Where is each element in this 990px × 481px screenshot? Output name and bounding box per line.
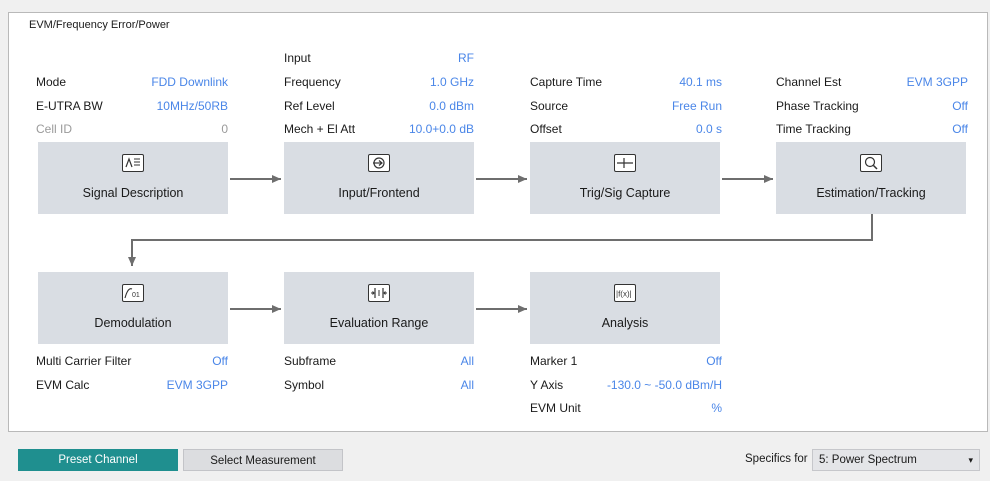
param-label: Subframe [284,354,337,368]
param-label: Symbol [284,378,325,392]
evaluation-range-icon [368,284,390,302]
analysis-button[interactable]: |f(x)| Analysis [530,272,720,344]
block-label: Estimation/Tracking [816,186,926,200]
block-label: Evaluation Range [329,316,429,330]
specifics-value: 5: Power Spectrum [819,454,917,466]
arrow-estimation-to-demodulation [128,214,873,266]
param-label: Multi Carrier Filter [36,354,132,368]
demod-glyph: 01 [132,292,140,299]
param-subframe[interactable]: Subframe All [284,352,474,370]
param-label: Y Axis [530,378,564,392]
param-symbol[interactable]: Symbol All [284,376,474,394]
block-label: Trig/Sig Capture [579,186,671,200]
analysis-glyph: |f(x)| [616,290,632,299]
signal-description-button[interactable]: Signal Description [38,142,228,214]
param-value: EVM 3GPP [166,378,228,392]
param-value: All [460,378,474,392]
estimation-tracking-icon [860,154,882,172]
chevron-down-icon: ▾ [968,455,973,465]
param-value: % [711,401,722,415]
estimation-tracking-button[interactable]: Estimation/Tracking [776,142,966,214]
param-value: -130.0 ~ -50.0 dBm/H [606,378,722,392]
trig-sig-capture-button[interactable]: Trig/Sig Capture [530,142,720,214]
param-evm-unit[interactable]: EVM Unit % [530,399,722,417]
param-marker-1[interactable]: Marker 1 Off [530,352,722,370]
signal-description-icon [122,154,144,172]
flow-connectors [128,175,873,313]
specifics-dropdown[interactable]: 5: Power Spectrum ▾ [812,449,980,471]
evaluation-range-button[interactable]: Evaluation Range [284,272,474,344]
input-frontend-icon [368,154,390,172]
param-label: Marker 1 [530,354,578,368]
param-label: EVM Unit [530,401,581,415]
param-multi-carrier-filter[interactable]: Multi Carrier Filter Off [36,352,228,370]
analysis-icon: |f(x)| [614,284,636,302]
param-value: Off [212,354,228,368]
param-evm-calc[interactable]: EVM Calc EVM 3GPP [36,376,228,394]
trigger-capture-icon [614,154,636,172]
param-value: All [460,354,474,368]
param-y-axis[interactable]: Y Axis -130.0 ~ -50.0 dBm/H [530,376,722,394]
select-measurement-button[interactable]: Select Measurement [183,449,343,471]
input-frontend-button[interactable]: Input/Frontend [284,142,474,214]
param-value: Off [706,354,722,368]
demodulation-icon: 01 [122,284,144,302]
block-label: Analysis [601,316,649,330]
block-label: Input/Frontend [338,186,420,200]
block-label: Signal Description [82,186,184,200]
specifics-label: Specifics for [745,453,808,465]
block-label: Demodulation [94,316,172,330]
param-label: EVM Calc [36,378,90,392]
demodulation-button[interactable]: 01 Demodulation [38,272,228,344]
preset-channel-button[interactable]: Preset Channel [18,449,178,471]
